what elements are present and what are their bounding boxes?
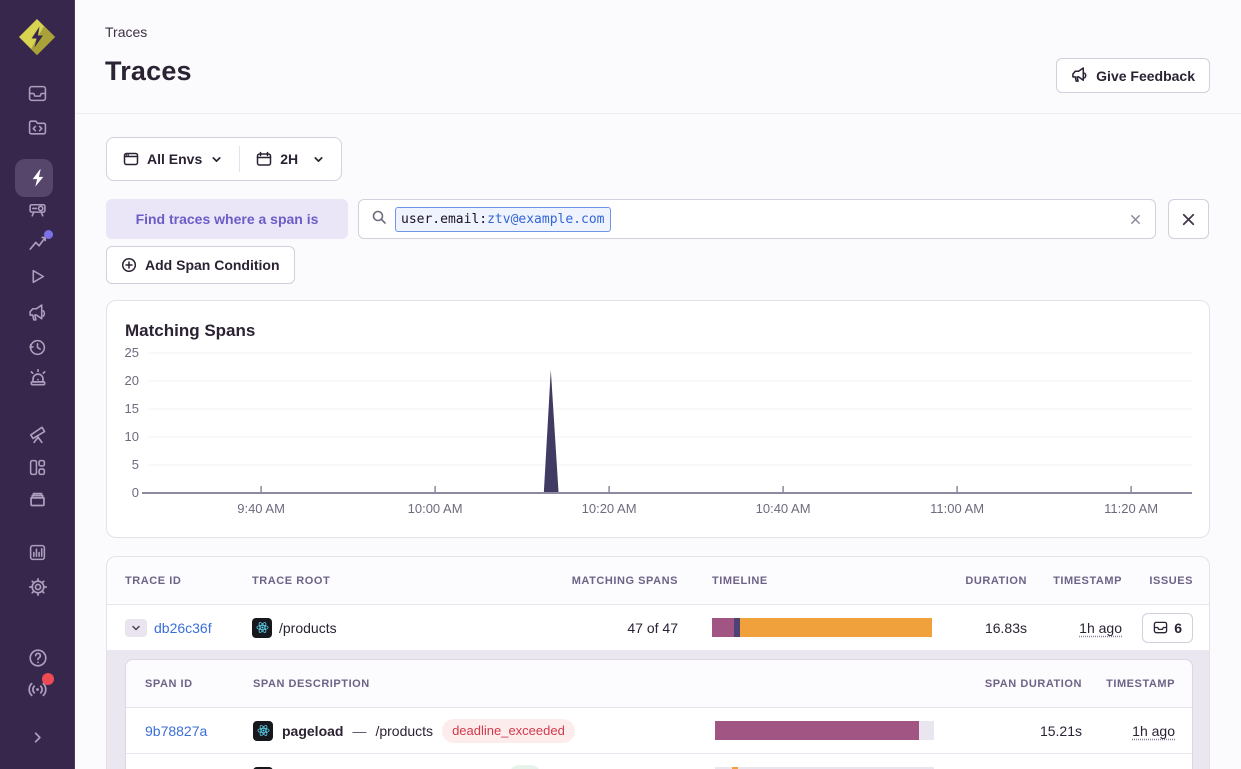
svg-text:10:20 AM: 10:20 AM	[582, 501, 637, 516]
separator: —	[352, 723, 366, 739]
col-timestamp: Timestamp	[1027, 575, 1122, 587]
matching-spans-chart: 9:40 AM 10:00 AM 10:20 AM 10:40 AM 11:00 AM 1…	[124, 341, 1194, 531]
whats-new-broadcast-icon[interactable]	[0, 679, 75, 700]
search-filter-token[interactable]: user.email:ztv@example.com	[395, 207, 611, 232]
search-icon	[371, 209, 387, 230]
col-matching-spans: Matching Spans	[554, 575, 678, 587]
page-filter-bar: All Envs 2H	[106, 137, 342, 181]
span-row[interactable]: 9b78827a pageload — /products deadline_e…	[126, 708, 1192, 754]
react-platform-icon	[252, 618, 272, 638]
megaphone-icon	[1071, 67, 1088, 84]
trace-root-name: /products	[279, 620, 337, 636]
traces-table-header: Trace ID Trace Root Matching Spans Timel…	[107, 557, 1209, 605]
svg-text:25: 25	[125, 345, 139, 360]
col-trace-id: Trace ID	[125, 575, 252, 587]
spans-subtable: Span ID Span Description Span Duration T…	[125, 659, 1193, 769]
span-timestamp: 1h ago	[1132, 723, 1175, 739]
span-duration: 15.21s	[934, 723, 1082, 739]
expanded-trace-section: Span ID Span Description Span Duration T…	[107, 651, 1209, 769]
page-title: Traces	[105, 56, 192, 87]
span-condition-label: Find traces where a span is	[106, 199, 348, 239]
dashboards-icon[interactable]	[0, 458, 75, 477]
svg-text:10: 10	[125, 429, 139, 444]
give-feedback-button[interactable]: Give Feedback	[1056, 58, 1210, 93]
add-span-condition-button[interactable]: Add Span Condition	[106, 246, 295, 284]
svg-text:10:00 AM: 10:00 AM	[408, 501, 463, 516]
issues-icon[interactable]	[0, 84, 75, 103]
span-status-badge: deadline_exceeded	[442, 719, 575, 743]
col-issues: Issues	[1122, 575, 1193, 587]
matching-spans-chart-panel: Matching Spans 9:40 AM 10:00 AM 10:20 AM 10…	[106, 300, 1210, 538]
svg-text:10:40 AM: 10:40 AM	[756, 501, 811, 516]
discover-telescope-icon[interactable]	[0, 424, 75, 444]
help-icon[interactable]	[0, 648, 75, 668]
token-key: user.email:	[401, 212, 487, 227]
svg-text:11:20 AM: 11:20 AM	[1104, 501, 1158, 516]
col-duration: Duration	[942, 575, 1027, 587]
span-row[interactable]: b7a7e441 http.server — GET /organization…	[126, 754, 1192, 769]
plus-circle-icon	[121, 257, 137, 273]
replays-projector-icon[interactable]	[0, 200, 75, 219]
svg-text:5: 5	[132, 457, 139, 472]
col-timeline: Timeline	[678, 575, 942, 587]
svg-text:20: 20	[125, 373, 139, 388]
svg-text:0: 0	[132, 485, 139, 500]
svg-text:15: 15	[125, 401, 139, 416]
trace-id-link[interactable]: db26c36f	[154, 620, 212, 636]
sentry-logo-icon[interactable]	[14, 14, 60, 60]
sidebar-collapse-icon[interactable]	[0, 729, 75, 746]
spans-table-header: Span ID Span Description Span Duration T…	[126, 660, 1192, 708]
window-icon	[123, 151, 139, 167]
header-divider	[75, 113, 1241, 114]
trace-timestamp: 1h ago	[1079, 620, 1122, 636]
span-timeline-bar	[715, 721, 934, 740]
insights-chart-icon[interactable]	[0, 233, 75, 253]
matching-spans-count: 47 of 47	[554, 620, 678, 636]
sidebar	[0, 0, 75, 769]
span-description: /products	[375, 723, 433, 739]
span-search-input[interactable]: user.email:ztv@example.com	[358, 199, 1156, 239]
chevron-down-icon	[210, 153, 223, 166]
trace-issues-button[interactable]: 6	[1142, 613, 1193, 643]
projects-icon[interactable]	[0, 118, 75, 137]
settings-gear-icon[interactable]	[0, 577, 75, 597]
releases-play-icon[interactable]	[0, 267, 75, 286]
col-span-description: Span Description	[253, 678, 934, 690]
trace-timeline-bar	[712, 618, 932, 637]
remove-condition-button[interactable]	[1168, 199, 1209, 239]
react-platform-icon	[253, 721, 273, 741]
clear-search-icon[interactable]	[1128, 212, 1143, 227]
col-span-timestamp: Timestamp	[1082, 678, 1175, 690]
breadcrumb[interactable]: Traces	[105, 24, 147, 40]
span-status-badge: ok	[508, 765, 542, 769]
environment-selector[interactable]: All Envs	[107, 138, 239, 180]
traces-table-panel: Trace ID Trace Root Matching Spans Timel…	[106, 556, 1210, 769]
trace-row[interactable]: db26c36f /products 47 of 47 16.83s 1h ag…	[107, 605, 1209, 651]
collapse-trace-icon[interactable]	[125, 619, 147, 637]
col-span-duration: Span Duration	[934, 678, 1082, 690]
crons-history-icon[interactable]	[0, 338, 75, 357]
token-value: ztv@example.com	[487, 212, 604, 227]
svg-text:9:40 AM: 9:40 AM	[237, 501, 285, 516]
user-feedback-megaphone-icon[interactable]	[0, 304, 75, 323]
archive-stack-icon[interactable]	[0, 488, 75, 509]
whats-new-notification-dot	[42, 673, 54, 685]
calendar-icon	[256, 151, 272, 167]
explore-traces-icon[interactable]	[0, 168, 75, 188]
col-span-id: Span ID	[145, 678, 253, 690]
stats-icon[interactable]	[0, 543, 75, 562]
alerts-siren-icon[interactable]	[0, 368, 75, 388]
insights-notification-dot	[44, 230, 53, 239]
chevron-down-icon	[312, 153, 325, 166]
date-range-selector[interactable]: 2H	[240, 138, 341, 180]
chart-title: Matching Spans	[125, 321, 255, 341]
trace-duration: 16.83s	[942, 620, 1027, 636]
issues-inbox-icon	[1153, 620, 1168, 635]
close-icon	[1180, 211, 1197, 228]
span-id-link[interactable]: 9b78827a	[145, 723, 207, 739]
span-op: pageload	[282, 723, 343, 739]
svg-text:11:00 AM: 11:00 AM	[930, 501, 984, 516]
col-trace-root: Trace Root	[252, 575, 554, 587]
